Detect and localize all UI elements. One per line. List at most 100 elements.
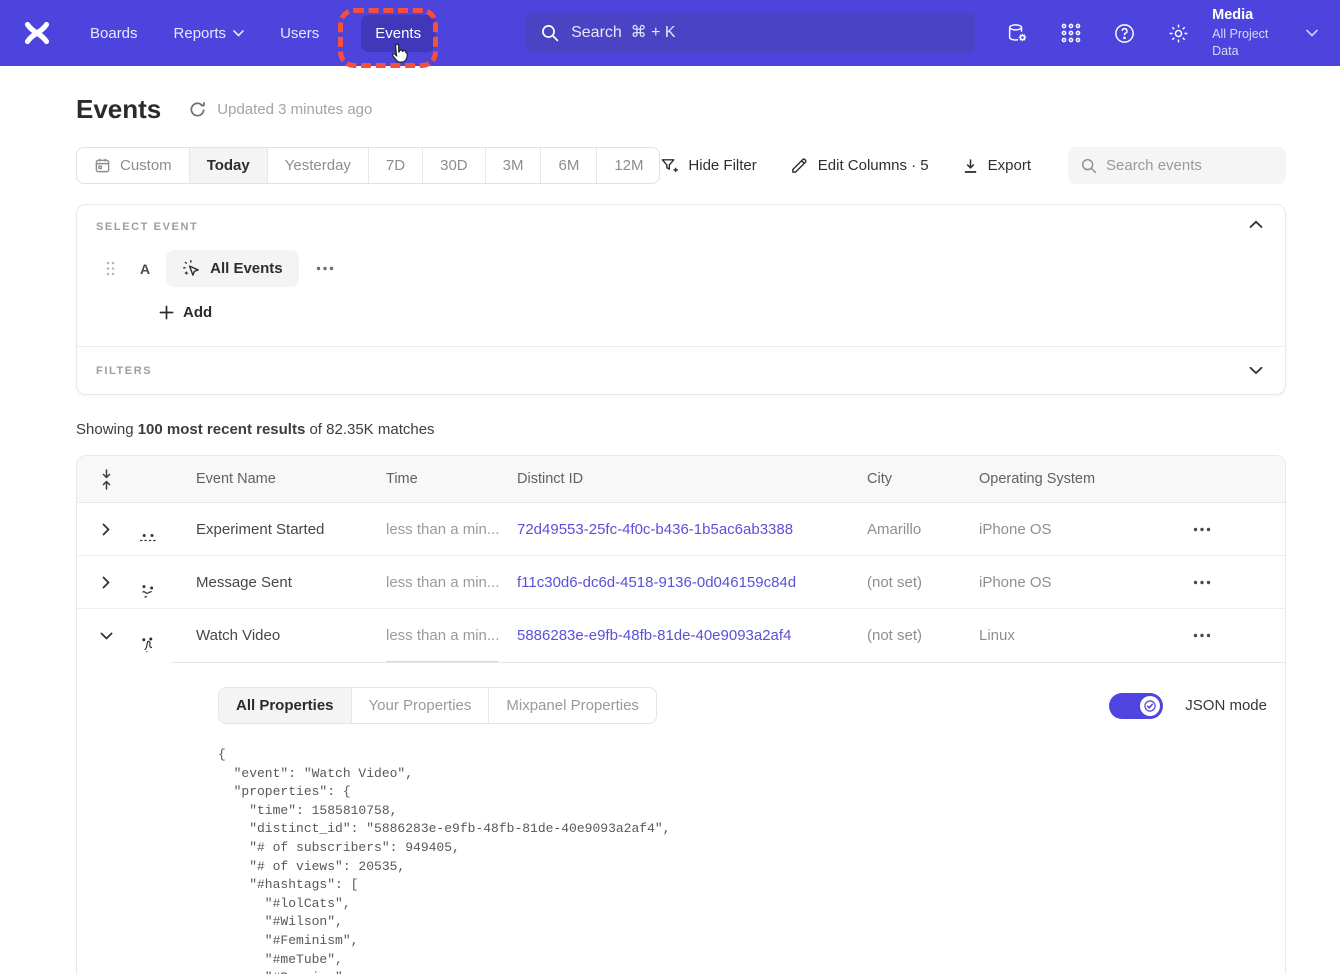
event-name-cell: Watch Video: [196, 627, 386, 644]
hide-filter-button[interactable]: Hide Filter: [660, 157, 756, 175]
help-icon[interactable]: [1113, 22, 1136, 45]
event-selector-chip[interactable]: All Events: [166, 250, 299, 287]
expand-filters-chevron-down-icon[interactable]: [1249, 366, 1263, 375]
date-range-picker: Custom Today Yesterday 7D 30D 3M 6M 12M: [76, 147, 660, 184]
calendar-icon: [94, 157, 111, 174]
edit-columns-button[interactable]: Edit Columns · 5: [790, 156, 929, 175]
nav-item-reports[interactable]: Reports: [174, 25, 245, 42]
event-sparkle-cursor-icon: [182, 259, 201, 278]
search-icon: [1081, 158, 1097, 174]
global-search-input[interactable]: [571, 24, 911, 42]
page-title: Events: [76, 94, 161, 125]
toggle-knob: [1140, 696, 1160, 716]
time-column-divider: [386, 661, 498, 662]
city-cell: (not set): [867, 627, 979, 644]
date-range-7d[interactable]: 7D: [369, 148, 423, 183]
date-range-30d[interactable]: 30D: [423, 148, 486, 183]
table-row-expanded[interactable]: Watch Video less than a min... 5886283e-…: [77, 609, 1285, 662]
header-time[interactable]: Time: [386, 471, 517, 487]
mixpanel-logo-icon[interactable]: [22, 18, 52, 48]
search-events-input[interactable]: [1106, 157, 1271, 174]
tab-all-properties[interactable]: All Properties: [219, 688, 352, 723]
sort-icon[interactable]: [77, 469, 135, 490]
refresh-icon[interactable]: [188, 100, 207, 119]
time-cell: less than a min...: [386, 574, 517, 591]
filters-label: FILTERS: [96, 365, 152, 377]
event-detail-panel: All Properties Your Properties Mixpanel …: [171, 662, 1285, 974]
distinct-id-link[interactable]: f11c30d6-dc6d-4518-9136-0d046159c84d: [517, 574, 796, 591]
date-range-3m[interactable]: 3M: [486, 148, 542, 183]
export-button[interactable]: Export: [962, 157, 1031, 175]
search-events-field[interactable]: [1068, 147, 1286, 184]
row-actions-icon[interactable]: [1193, 633, 1219, 638]
header-city[interactable]: City: [867, 471, 979, 487]
query-builder-card: SELECT EVENT A All Events: [76, 204, 1286, 395]
table-row[interactable]: Message Sent less than a min... f11c30d6…: [77, 556, 1285, 609]
date-range-12m[interactable]: 12M: [597, 148, 660, 183]
project-scope: All Project Data: [1212, 26, 1292, 60]
select-event-label: SELECT EVENT: [96, 221, 1265, 233]
user-avatar[interactable]: [135, 578, 196, 604]
expand-row-chevron-right-icon[interactable]: [77, 576, 135, 589]
plus-icon: [159, 305, 174, 320]
filters-section-header[interactable]: FILTERS: [77, 347, 1285, 394]
row-actions-icon[interactable]: [1193, 580, 1219, 585]
events-table: Event Name Time Distinct ID City Operati…: [76, 455, 1286, 974]
json-mode-label: JSON mode: [1185, 697, 1267, 714]
time-cell: less than a min...: [386, 521, 517, 538]
collapse-row-chevron-down-icon[interactable]: [77, 632, 135, 640]
city-cell: Amarillo: [867, 521, 979, 538]
header-os[interactable]: Operating System: [979, 471, 1193, 487]
date-range-today[interactable]: Today: [190, 148, 268, 183]
expand-row-chevron-right-icon[interactable]: [77, 523, 135, 536]
drag-handle-icon[interactable]: [105, 260, 116, 277]
properties-tabs: All Properties Your Properties Mixpanel …: [218, 687, 657, 724]
nav-item-boards[interactable]: Boards: [90, 25, 138, 42]
results-summary: Showing 100 most recent results of 82.35…: [76, 421, 1286, 438]
user-avatar[interactable]: [135, 525, 196, 551]
user-avatar[interactable]: [135, 631, 196, 657]
nav-item-events[interactable]: Events: [361, 15, 435, 52]
collapse-section-chevron-up-icon[interactable]: [1249, 220, 1263, 229]
apps-grid-icon[interactable]: [1060, 22, 1082, 44]
event-row-letter: A: [140, 261, 150, 277]
data-management-icon[interactable]: [1006, 22, 1029, 45]
event-json-viewer[interactable]: { "event": "Watch Video", "properties": …: [218, 746, 1267, 974]
add-event-button[interactable]: Add: [159, 304, 212, 321]
os-cell: Linux: [979, 627, 1193, 644]
updated-timestamp: Updated 3 minutes ago: [217, 101, 372, 118]
table-row[interactable]: Experiment Started less than a min... 72…: [77, 503, 1285, 556]
download-icon: [962, 157, 979, 175]
header-event-name[interactable]: Event Name: [196, 471, 386, 487]
global-search[interactable]: [525, 13, 975, 53]
header-distinct-id[interactable]: Distinct ID: [517, 471, 867, 487]
results-count: 100 most recent results: [138, 421, 306, 438]
nav-item-users[interactable]: Users: [280, 25, 319, 42]
settings-gear-icon[interactable]: [1167, 22, 1190, 45]
city-cell: (not set): [867, 574, 979, 591]
table-header-row: Event Name Time Distinct ID City Operati…: [77, 456, 1285, 503]
project-name: Media: [1212, 6, 1292, 26]
chevron-down-icon: [233, 30, 244, 37]
date-range-yesterday[interactable]: Yesterday: [268, 148, 369, 183]
tab-your-properties[interactable]: Your Properties: [352, 688, 490, 723]
os-cell: iPhone OS: [979, 574, 1193, 591]
tab-mixpanel-properties[interactable]: Mixpanel Properties: [489, 688, 656, 723]
date-range-custom[interactable]: Custom: [77, 148, 190, 183]
time-cell: less than a min...: [386, 627, 517, 644]
date-range-6m[interactable]: 6M: [541, 148, 597, 183]
distinct-id-link[interactable]: 5886283e-e9fb-48fb-81de-40e9093a2af4: [517, 627, 791, 644]
top-navbar: Boards Reports Users Events: [0, 0, 1340, 66]
json-mode-toggle[interactable]: [1109, 693, 1163, 719]
event-name-cell: Experiment Started: [196, 521, 386, 538]
project-chevron-down-icon[interactable]: [1306, 29, 1318, 37]
event-more-options-icon[interactable]: [316, 266, 334, 271]
check-icon: [1144, 700, 1156, 712]
pencil-icon: [790, 156, 809, 175]
distinct-id-link[interactable]: 72d49553-25fc-4f0c-b436-1b5ac6ab3388: [517, 521, 793, 538]
project-switcher[interactable]: Media All Project Data: [1212, 6, 1292, 59]
os-cell: iPhone OS: [979, 521, 1193, 538]
filter-funnel-icon: [660, 157, 679, 175]
row-actions-icon[interactable]: [1193, 527, 1219, 532]
event-name-cell: Message Sent: [196, 574, 386, 591]
